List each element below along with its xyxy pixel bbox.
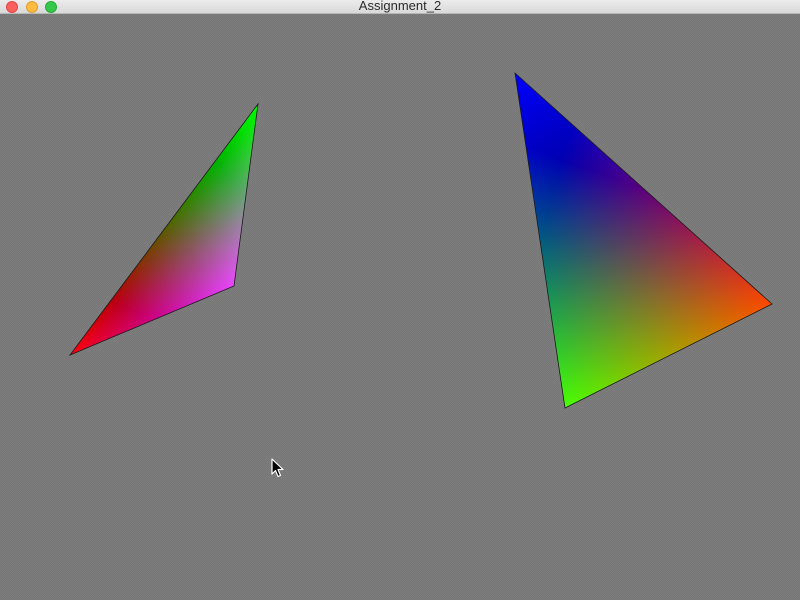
title-bar[interactable]: Assignment_2 — [0, 0, 800, 14]
window-title: Assignment_2 — [358, 0, 442, 13]
right-triangle-green-vertex — [515, 73, 772, 408]
right-triangle — [514, 71, 773, 409]
app-window: Assignment_2 — [0, 0, 800, 600]
scene-svg — [68, 71, 773, 409]
mouse-pointer-icon — [271, 458, 284, 478]
render-canvas[interactable] — [0, 14, 800, 600]
left-triangle — [68, 102, 259, 356]
